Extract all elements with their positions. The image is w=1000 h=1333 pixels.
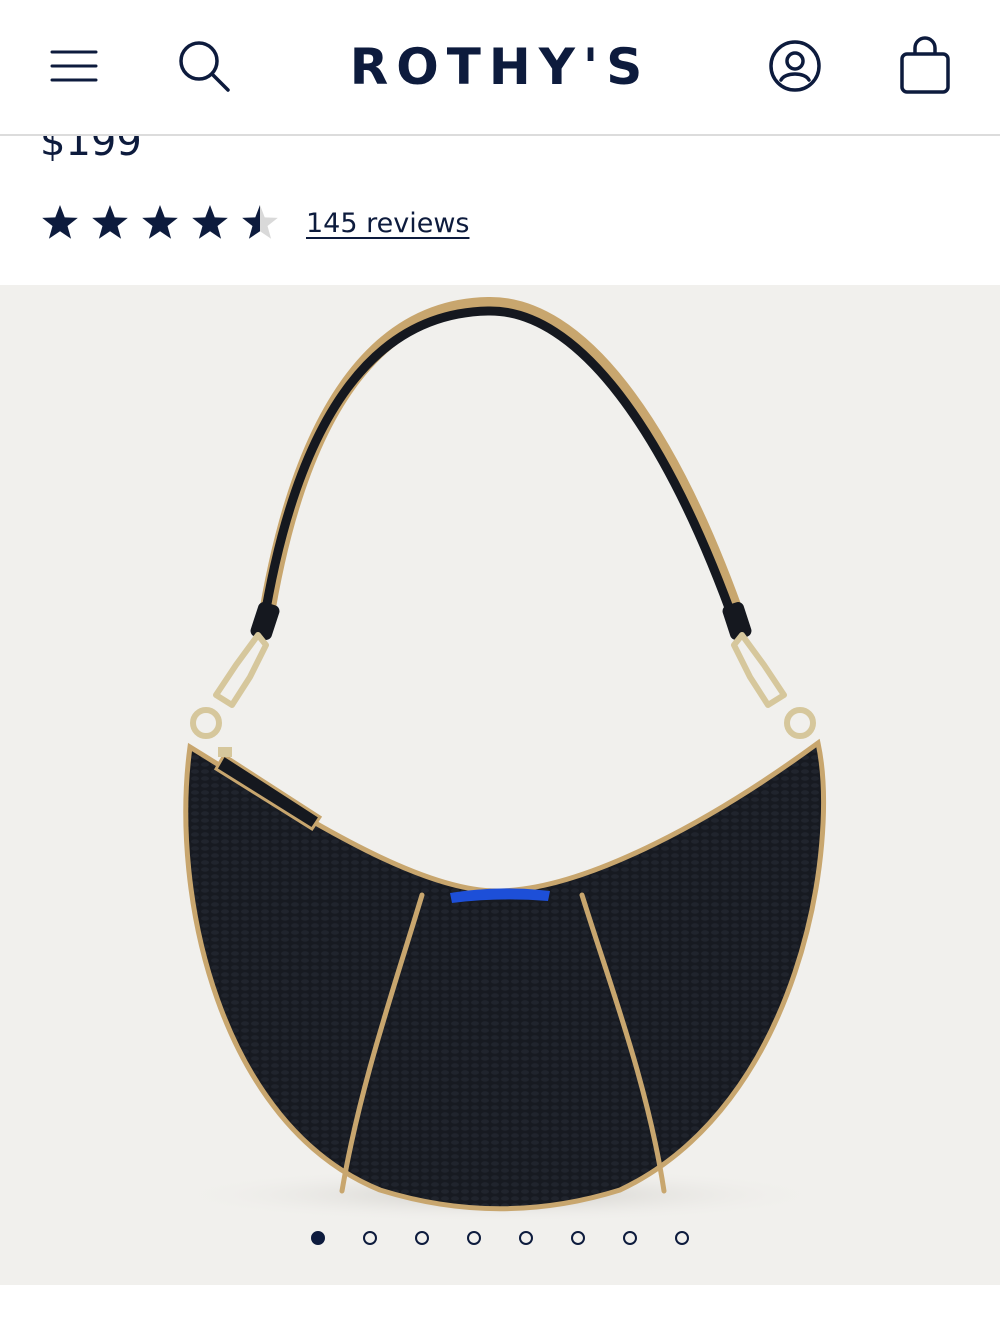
gallery-dot-7[interactable] — [623, 1231, 637, 1245]
search-icon[interactable] — [168, 30, 240, 102]
reviews-link[interactable]: 145 reviews — [306, 208, 469, 239]
star-half-icon — [242, 205, 278, 239]
star-full-icon — [192, 205, 228, 239]
gallery-dot-4[interactable] — [467, 1231, 481, 1245]
gallery-dot-6[interactable] — [571, 1231, 585, 1245]
star-full-icon — [92, 205, 128, 239]
gallery-dot-1[interactable] — [311, 1231, 325, 1245]
gallery-dot-8[interactable] — [675, 1231, 689, 1245]
gallery-dot-3[interactable] — [415, 1231, 429, 1245]
rating-stars — [40, 203, 290, 243]
gallery-dot-2[interactable] — [363, 1231, 377, 1245]
star-full-icon — [42, 205, 78, 239]
gallery-pagination — [0, 1228, 1000, 1248]
gallery-dot-5[interactable] — [519, 1231, 533, 1245]
star-full-icon — [142, 205, 178, 239]
product-image-gallery[interactable] — [0, 285, 1000, 1285]
product-image-handbag — [170, 296, 830, 1223]
product-rating: 145 reviews — [40, 198, 469, 248]
site-header: ROTHY'S — [0, 0, 1000, 136]
brand-logo[interactable]: ROTHY'S — [300, 34, 700, 100]
hamburger-menu-icon[interactable] — [38, 30, 110, 102]
shopping-bag-icon[interactable] — [889, 30, 961, 102]
user-account-icon[interactable] — [759, 30, 831, 102]
